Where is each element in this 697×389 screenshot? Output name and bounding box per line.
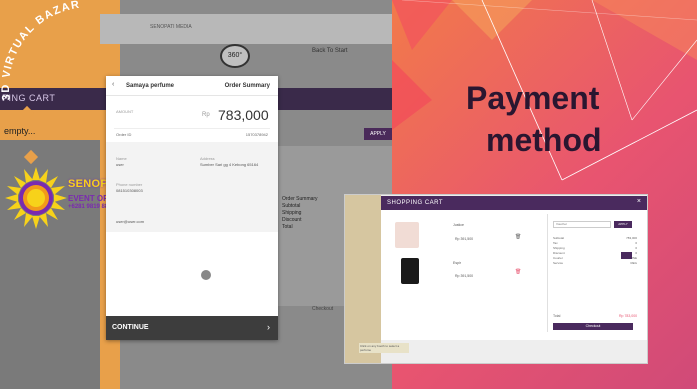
back-to-start-link[interactable]: Back To Start — [312, 48, 348, 54]
divider — [547, 214, 548, 332]
chevron-right-icon: › — [267, 322, 270, 332]
cart-title: SHOPPING CART — [387, 200, 444, 206]
loading-spinner — [201, 270, 211, 280]
close-icon[interactable]: × — [637, 198, 641, 205]
continue-button[interactable]: CONTINUE › — [106, 316, 278, 340]
bg-checkout-button[interactable]: Checkout — [312, 306, 333, 312]
item-name: Justice — [453, 223, 464, 227]
cart-body: Justice Rp 391,500 Espir Rp 391,500 🗑 🗑 … — [381, 210, 647, 340]
phone-label: Phone number — [116, 182, 143, 187]
name-label: Name — [116, 156, 127, 161]
svg-text:3D VIRTUAL BAZAR: 3D VIRTUAL BAZAR — [0, 0, 81, 101]
order-id-value: 1570378942 — [245, 132, 268, 137]
merchant-name: Samaya perfume — [126, 83, 175, 89]
bg-logo: SENOPATI MEDIA — [150, 24, 192, 30]
checkout-button[interactable]: Checkout — [553, 323, 633, 330]
total-value: Rp 783,000 — [619, 314, 638, 318]
address-label: Address — [200, 156, 215, 161]
trash-icon[interactable]: 🗑 — [515, 234, 521, 240]
summary-row: Service REG — [553, 261, 637, 265]
360-view-button[interactable]: 360° — [220, 44, 250, 68]
back-icon[interactable]: ‹ — [112, 81, 114, 88]
page-title-line-1: Payment — [466, 80, 600, 116]
address-value: Sumber Sari gg 4 Kebong 65164 — [200, 162, 259, 167]
bg-header-bar — [100, 14, 392, 44]
sun-logo-icon — [5, 167, 67, 229]
amount-label: AMOUNT — [116, 109, 134, 114]
item-price: Rp 391,500 — [455, 274, 474, 278]
cart-header: SHOPPING CART × — [381, 196, 647, 210]
continue-label: CONTINUE — [112, 324, 149, 331]
bg-summary-text: Order Summary Subtotal Shipping Discount… — [282, 196, 318, 230]
phone-value: 081510308003 — [116, 188, 143, 193]
order-id-label: Order ID — [116, 132, 132, 137]
shipping-select-button[interactable] — [621, 252, 632, 259]
item-price: Rp 391,500 — [455, 237, 474, 241]
email-value: user@user.com — [116, 219, 145, 224]
name-value: user — [116, 162, 124, 167]
voucher-input[interactable]: Voucher — [553, 221, 611, 228]
currency-label: Rp — [202, 112, 210, 118]
apply-voucher-button[interactable]: APPLY — [614, 221, 632, 228]
divider — [114, 128, 270, 129]
amount-value: 783,000 — [218, 107, 269, 123]
product-image — [395, 222, 419, 248]
item-name: Espir — [453, 261, 461, 265]
bg-apply-button[interactable]: APPLY — [364, 128, 392, 140]
order-summary-tab[interactable]: Order Summary — [225, 83, 270, 89]
curved-brand-text: 3D VIRTUAL BAZAR — [0, 0, 81, 101]
shopping-cart-panel: SHOPPING CART × Justice Rp 391,500 Espir… — [344, 194, 648, 364]
page-title-line-2: method — [486, 122, 602, 158]
total-label: Total — [553, 314, 561, 318]
product-image — [401, 258, 419, 284]
booth-hint-note: Click on any booth to select a perfume — [359, 343, 409, 353]
order-summary-list: Subtotal 783,000 Tax 0 Shipping 0 Discount 0… — [553, 236, 637, 266]
map-preview — [345, 195, 381, 363]
payment-modal: ‹ Samaya perfume Order Summary AMOUNT Rp… — [106, 76, 278, 340]
bg-empty-text: empty... — [4, 126, 36, 136]
trash-icon[interactable]: 🗑 — [515, 269, 521, 275]
